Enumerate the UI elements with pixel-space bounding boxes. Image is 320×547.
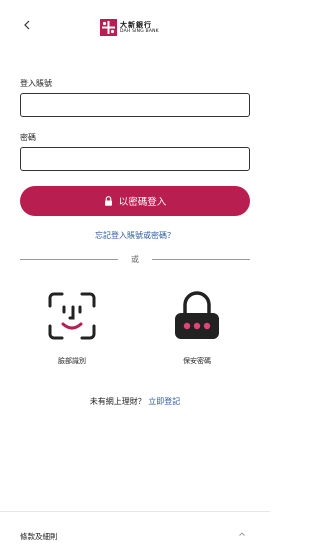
signup-prompt: 未有網上理財？ (89, 397, 146, 406)
login-with-password-button[interactable]: 以密碼登入 (20, 186, 250, 216)
password-input[interactable] (20, 147, 250, 171)
header: 大新銀行 DAH SING BANK (0, 0, 270, 58)
lock-icon (104, 196, 112, 206)
security-pin-login-button[interactable]: 保安密碼 (157, 290, 237, 366)
register-now-link[interactable]: 立即登記 (148, 397, 180, 406)
bank-logo: 大新銀行 DAH SING BANK (100, 19, 159, 36)
chevron-up-icon[interactable] (238, 530, 246, 538)
face-id-label: 臉部識別 (58, 357, 86, 365)
face-id-icon (48, 292, 96, 340)
security-pin-label: 保安密碼 (183, 357, 211, 365)
username-label: 登入賬號 (20, 79, 52, 88)
terms-and-conditions[interactable]: 條款及細則 (20, 531, 58, 542)
logo-en-text: DAH SING BANK (120, 28, 159, 34)
signup-row: 未有網上理財？ 立即登記 (0, 396, 270, 407)
logo-cn-text: 大新銀行 (120, 20, 152, 29)
security-pin-icon (175, 291, 219, 339)
username-input[interactable] (20, 93, 250, 117)
bank-logo-mark-icon (100, 19, 117, 36)
password-label: 密碼 (20, 133, 36, 142)
chevron-left-icon[interactable] (20, 18, 34, 32)
divider-line-right (152, 259, 250, 260)
face-id-login-button[interactable]: 臉部識別 (32, 290, 112, 366)
login-button-label: 以密碼登入 (118, 197, 167, 208)
footer-divider (0, 511, 270, 512)
forgot-credentials-link[interactable]: 忘記登入賬號或密碼？ (0, 230, 270, 241)
or-divider: 或 (20, 253, 250, 265)
